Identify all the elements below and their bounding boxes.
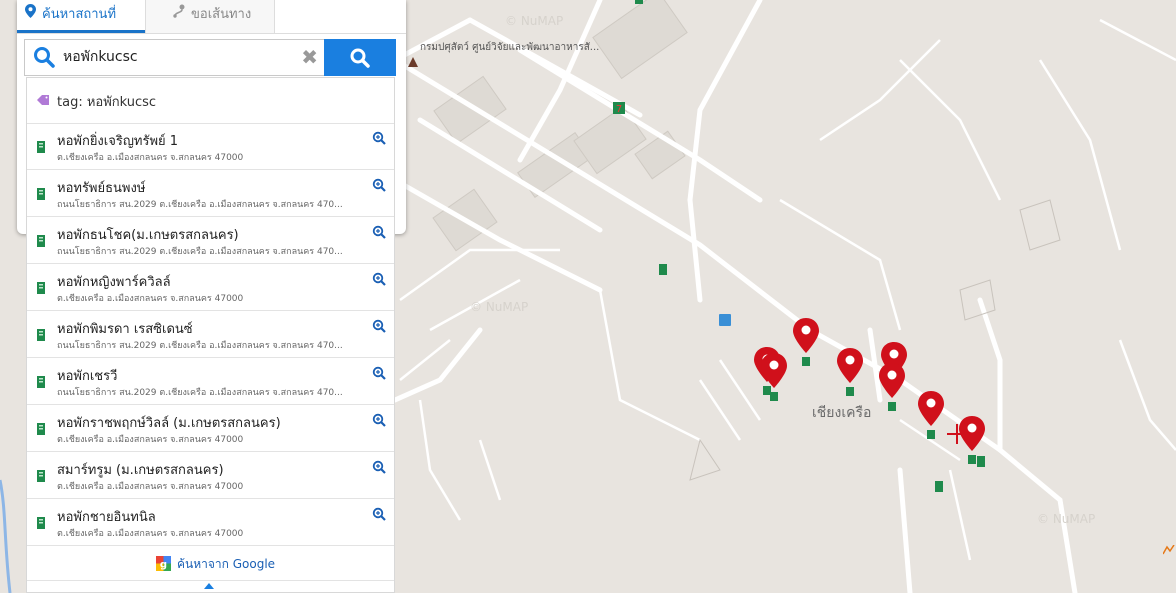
result-item[interactable]: หอพักราชพฤกษ์วิลล์ (ม.เกษตรสกลนคร) ต.เชี… [27, 405, 394, 452]
chevron-up-icon[interactable] [204, 583, 214, 589]
zoom-to-icon[interactable] [372, 319, 386, 333]
search-suggestions: tag: หอพักkucsc หอพักยิ่งเจริญทรัพย์ 1 ต… [26, 77, 395, 593]
result-item[interactable]: สมาร์ทรูม (ม.เกษตรสกลนคร) ต.เชียงเครือ อ… [27, 452, 394, 499]
result-item[interactable]: หอพักชายอินทนิล ต.เชียงเครือ อ.เมืองสกลน… [27, 499, 394, 546]
location-marker-icon[interactable] [836, 347, 864, 397]
result-address: ถนนโยธาธิการ สน.2029 ต.เชียงเครือ อ.เมือ… [57, 200, 343, 210]
building-icon [37, 376, 45, 388]
building-icon [37, 188, 45, 200]
building-icon[interactable] [935, 481, 943, 492]
location-pin-icon [23, 0, 37, 30]
result-item[interactable]: หอพักธนโชค(ม.เกษตรสกลนคร) ถนนโยธาธิการ ส… [27, 217, 394, 264]
building-icon [37, 517, 45, 529]
poi-landmark-icon[interactable] [407, 56, 419, 68]
tag-icon [37, 95, 49, 105]
search-icon [350, 48, 370, 68]
result-address: ถนนโยธาธิการ สน.2029 ต.เชียงเครือ อ.เมือ… [57, 247, 343, 257]
google-search-label: ค้นหาจาก Google [177, 557, 276, 571]
result-name: หอทรัพย์ธนพงษ์ [57, 181, 146, 196]
map-center-crosshair-icon [947, 424, 967, 444]
location-marker-icon[interactable] [792, 317, 820, 367]
result-name: หอพักราชพฤกษ์วิลล์ (ม.เกษตรสกลนคร) [57, 416, 281, 431]
search-icon [34, 47, 55, 68]
map-watermark: © NuMAP [1037, 512, 1096, 526]
poi-marker-icon[interactable] [1163, 545, 1175, 555]
map-watermark: © NuMAP [505, 14, 564, 28]
zoom-to-icon[interactable] [372, 178, 386, 192]
result-address: ต.เชียงเครือ อ.เมืองสกลนคร จ.สกลนคร 4700… [57, 294, 244, 304]
result-item[interactable]: หอพักพิมรดา เรสซิเดนซ์ ถนนโยธาธิการ สน.2… [27, 311, 394, 358]
building-icon [37, 470, 45, 482]
building-icon[interactable] [659, 264, 667, 275]
building-icon[interactable] [635, 0, 643, 4]
poi-7eleven-icon[interactable]: 7 [613, 102, 625, 114]
tag-suggestion-label: tag: หอพักkucsc [57, 95, 157, 110]
clear-icon[interactable]: ✖ [301, 45, 318, 69]
building-icon[interactable] [977, 456, 985, 467]
poi-bank-icon[interactable] [719, 314, 731, 326]
google-search-link[interactable]: g ค้นหาจาก Google [27, 546, 394, 581]
result-address: ถนนโยธาธิการ สน.2029 ต.เชียงเครือ อ.เมือ… [57, 388, 343, 398]
zoom-to-icon[interactable] [372, 413, 386, 427]
building-icon [37, 235, 45, 247]
tab-search-label: ค้นหาสถานที่ [42, 7, 117, 22]
result-address: ต.เชียงเครือ อ.เมืองสกลนคร จ.สกลนคร 4700… [57, 482, 244, 492]
result-name: หอพักชายอินทนิล [57, 510, 156, 525]
map-district-label: เชียงเครือ [812, 405, 872, 421]
map-watermark: © NuMAP [470, 300, 529, 314]
location-marker-icon[interactable] [760, 352, 788, 402]
result-name: หอพักพิมรดา เรสซิเดนซ์ [57, 322, 193, 337]
zoom-to-icon[interactable] [372, 272, 386, 286]
result-name: หอพักเชรวี [57, 369, 118, 384]
result-item[interactable]: หอพักหญิงพาร์ควิลล์ ต.เชียงเครือ อ.เมือง… [27, 264, 394, 311]
result-address: ต.เชียงเครือ อ.เมืองสกลนคร จ.สกลนคร 4700… [57, 529, 244, 539]
tag-suggestion[interactable]: tag: หอพักkucsc [27, 78, 394, 124]
svg-text:g: g [160, 560, 167, 571]
result-item[interactable]: หอพักยิ่งเจริญทรัพย์ 1 ต.เชียงเครือ อ.เม… [27, 123, 394, 170]
search-input[interactable] [63, 44, 293, 70]
building-icon [37, 423, 45, 435]
search-field[interactable]: ✖ [24, 39, 324, 76]
svg-text:7: 7 [616, 104, 622, 114]
google-icon: g [156, 556, 171, 571]
location-marker-icon[interactable] [917, 390, 945, 440]
result-name: หอพักหญิงพาร์ควิลล์ [57, 275, 171, 290]
building-icon [37, 141, 45, 153]
tab-route[interactable]: ขอเส้นทาง [145, 0, 275, 33]
zoom-to-icon[interactable] [372, 225, 386, 239]
route-icon [172, 0, 186, 30]
result-address: ถนนโยธาธิการ สน.2029 ต.เชียงเครือ อ.เมือ… [57, 341, 343, 351]
result-item[interactable]: หอพักเชรวี ถนนโยธาธิการ สน.2029 ต.เชียงเ… [27, 358, 394, 405]
zoom-to-icon[interactable] [372, 131, 386, 145]
result-name: สมาร์ทรูม (ม.เกษตรสกลนคร) [57, 463, 224, 478]
zoom-to-icon[interactable] [372, 460, 386, 474]
panel-tabs: ค้นหาสถานที่ ขอเส้นทาง [17, 0, 406, 34]
building-icon [37, 329, 45, 341]
result-item[interactable]: หอทรัพย์ธนพงษ์ ถนนโยธาธิการ สน.2029 ต.เช… [27, 170, 394, 217]
location-marker-icon[interactable] [878, 362, 906, 412]
result-address: ต.เชียงเครือ อ.เมืองสกลนคร จ.สกลนคร 4700… [57, 153, 244, 163]
zoom-to-icon[interactable] [372, 507, 386, 521]
tab-route-label: ขอเส้นทาง [191, 7, 252, 22]
result-name: หอพักยิ่งเจริญทรัพย์ 1 [57, 134, 179, 149]
map-place-label: กรมปศุสัตว์ ศูนย์วิจัยและพัฒนาอาหารสั... [420, 42, 600, 53]
result-address: ต.เชียงเครือ อ.เมืองสกลนคร จ.สกลนคร 4700… [57, 435, 244, 445]
zoom-to-icon[interactable] [372, 366, 386, 380]
result-name: หอพักธนโชค(ม.เกษตรสกลนคร) [57, 228, 239, 243]
tab-search-place[interactable]: ค้นหาสถานที่ [17, 0, 145, 33]
building-icon [37, 282, 45, 294]
search-button[interactable] [324, 39, 396, 76]
